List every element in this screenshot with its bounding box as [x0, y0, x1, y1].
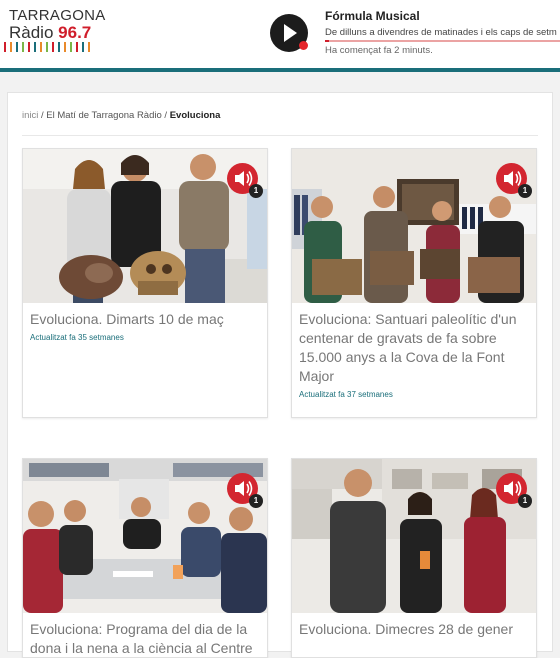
breadcrumb-parent[interactable]: El Matí de Tarragona Ràdio [46, 110, 161, 121]
audio-icon[interactable]: 1 [227, 163, 263, 198]
logo-word: Ràdio [9, 23, 54, 42]
breadcrumb-separator: / [164, 110, 168, 121]
card-title[interactable]: Evoluciona: Santuari paleolític d'un cen… [292, 303, 536, 386]
audio-icon[interactable]: 1 [496, 163, 532, 198]
logo-line1: TARRAGONA [9, 7, 106, 24]
podcast-card[interactable]: 1 Evoluciona. Dimarts 10 de maç Actualit… [22, 148, 268, 418]
podcast-card[interactable]: 1 Evoluciona: Santuari paleolític d'un c… [291, 148, 537, 418]
card-title[interactable]: Evoluciona. Dimecres 28 de gener [292, 613, 536, 639]
logo-line2: Ràdio 96.7 [9, 23, 106, 43]
audio-count-badge: 1 [518, 184, 532, 198]
breadcrumb-home[interactable]: inici [22, 110, 38, 121]
breadcrumb: inici / El Matí de Tarragona Ràdio / Evo… [22, 110, 220, 121]
logo-bar [4, 42, 6, 52]
audio-icon[interactable]: 1 [227, 473, 263, 508]
card-title[interactable]: Evoluciona. Dimarts 10 de maç [23, 303, 267, 329]
content-panel: inici / El Matí de Tarragona Ràdio / Evo… [7, 92, 553, 658]
card-updated: Actualitzat fa 35 setmanes [30, 333, 124, 342]
site-header: TARRAGONA Ràdio 96.7 Fórmula Musical De … [0, 0, 560, 70]
card-thumbnail[interactable]: 1 [23, 149, 267, 303]
audio-icon[interactable]: 1 [496, 473, 532, 508]
podcast-card[interactable]: 1 Evoluciona: Programa del dia de la don… [22, 458, 268, 658]
now-playing-description: De dilluns a divendres de matinades i el… [325, 27, 557, 38]
logo-bar [82, 42, 84, 52]
breadcrumb-current: Evoluciona [169, 110, 221, 121]
live-indicator [299, 41, 308, 50]
logo-bar [28, 42, 30, 52]
logo-bar [34, 42, 36, 52]
play-icon [284, 24, 297, 42]
logo-bar [40, 42, 42, 52]
header-divider [0, 68, 560, 72]
logo-bar [70, 42, 72, 52]
logo-bar [58, 42, 60, 52]
audio-count-badge: 1 [249, 494, 263, 508]
logo-bar [64, 42, 66, 52]
card-thumbnail[interactable]: 1 [292, 459, 536, 613]
breadcrumb-separator: / [41, 110, 44, 121]
card-thumbnail[interactable]: 1 [23, 459, 267, 613]
card-title[interactable]: Evoluciona: Programa del dia de la dona … [23, 613, 267, 658]
logo-bar [76, 42, 78, 52]
logo-bar [52, 42, 54, 52]
now-playing-progress [325, 40, 560, 42]
logo-bar [88, 42, 90, 52]
audio-count-badge: 1 [249, 184, 263, 198]
logo-bar [10, 42, 12, 52]
card-updated: Actualitzat fa 37 setmanes [299, 390, 393, 399]
now-playing-started: Ha començat fa 2 minuts. [325, 45, 433, 56]
station-logo[interactable]: TARRAGONA Ràdio 96.7 [9, 7, 106, 43]
card-thumbnail[interactable]: 1 [292, 149, 536, 303]
logo-bars [4, 42, 94, 52]
breadcrumb-divider [22, 135, 538, 136]
logo-bar [46, 42, 48, 52]
logo-bar [22, 42, 24, 52]
logo-bar [16, 42, 18, 52]
audio-count-badge: 1 [518, 494, 532, 508]
logo-frequency: 96.7 [58, 23, 92, 42]
podcast-card[interactable]: 1 Evoluciona. Dimecres 28 de gener [291, 458, 537, 658]
now-playing-title[interactable]: Fórmula Musical [325, 9, 420, 23]
